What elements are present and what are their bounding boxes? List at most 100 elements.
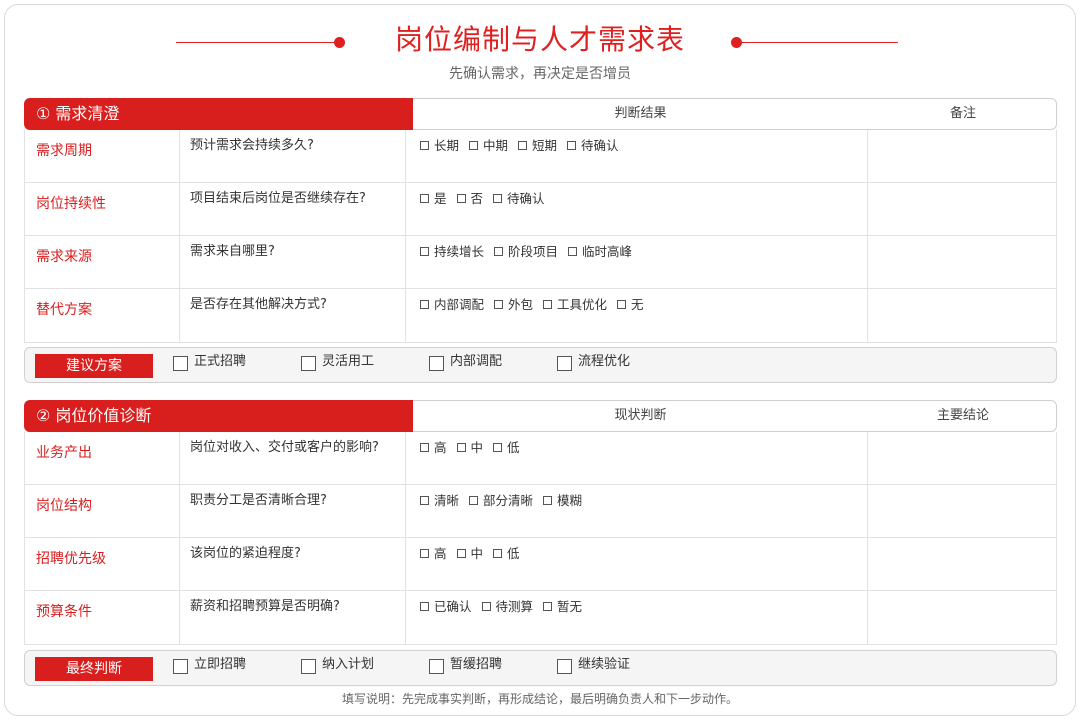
row-question: 是否存在其他解决方式? [180,289,406,342]
option-checkbox[interactable]: 阶段项目 [494,243,558,261]
section-1-tab: ① 需求清澄 [24,98,413,130]
checkbox-icon [420,300,429,309]
checkbox-icon [493,443,503,452]
row-question: 职责分工是否清晰合理? [180,485,406,537]
option-checkbox[interactable]: 长期 [420,137,459,155]
row-note-cell[interactable] [868,183,1058,235]
row-conclusion-cell[interactable] [868,538,1058,590]
checkbox-icon [469,496,479,505]
option-checkbox[interactable]: 高 [420,439,447,457]
option-checkbox[interactable]: 短期 [518,137,557,155]
option-checkbox[interactable]: 待确认 [493,190,545,208]
checkbox-icon [173,356,188,371]
option-checkbox[interactable]: 高 [420,545,447,563]
form-header: 岗位编制与人才需求表 先确认需求，再决定是否增员 [0,0,1080,90]
decision-badge: 建议方案 [35,354,153,378]
row-note-cell[interactable] [868,130,1058,182]
option-checkbox[interactable]: 中 [456,545,483,563]
option-checkbox[interactable]: 外包 [494,296,533,314]
option-checkbox[interactable]: 无 [617,296,644,314]
footer-instructions: 填写说明：先完成事实判断，再形成结论，最后明确负责人和下一步动作。 [341,692,738,706]
option-checkbox[interactable]: 临时高峰 [568,243,632,261]
option-checkbox[interactable]: 否 [456,190,483,208]
row-question: 岗位对收入、交付或客户的影响? [180,432,406,484]
decision-choice-checkbox[interactable]: 正式招聘 [173,354,246,371]
title-deco-dot-right [731,37,742,48]
checkbox-icon [494,247,504,256]
row-label: 岗位结构 [25,485,180,537]
row-label: 业务产出 [25,432,180,484]
checkbox-icon [420,141,429,150]
decision-choice-checkbox[interactable]: 流程优化 [557,354,630,371]
option-checkbox[interactable]: 部分清晰 [469,492,533,510]
option-checkbox[interactable]: 内部调配 [420,296,484,314]
option-checkbox[interactable]: 模糊 [543,492,582,510]
option-checkbox[interactable]: 待确认 [567,137,619,155]
checkbox-icon [301,356,316,371]
option-checkbox[interactable]: 清晰 [420,492,459,510]
row-options: 内部调配 外包 工具优化无 [406,289,868,342]
table-row: 需求来源 需求来自哪里? 持续增长 阶段项目 临时高峰 [25,236,1056,289]
row-question: 需求来自哪里? [180,236,406,288]
checkbox-icon [469,141,479,150]
checkbox-icon [557,659,572,674]
option-checkbox[interactable]: 中 [456,439,483,457]
row-question: 该岗位的紧迫程度? [180,538,406,590]
decision-choice-checkbox[interactable]: 暂缓招聘 [429,657,502,674]
checkbox-icon [543,300,553,309]
checkbox-icon [456,194,466,203]
row-note-cell[interactable] [868,236,1058,288]
option-checkbox[interactable]: 低 [493,439,520,457]
checkbox-icon [493,194,503,203]
page-title: 岗位编制与人才需求表 [394,23,685,56]
row-question: 薪资和招聘预算是否明确? [180,591,406,644]
option-checkbox[interactable]: 是 [420,190,447,208]
option-checkbox[interactable]: 低 [493,545,520,563]
checkbox-icon [420,496,429,505]
checkbox-icon [617,300,627,309]
option-checkbox[interactable]: 暂无 [543,598,582,616]
row-options: 高中低 [406,538,868,590]
checkbox-icon [420,194,429,203]
checkbox-icon [420,443,429,452]
checkbox-icon [543,602,553,611]
checkbox-icon [557,356,572,371]
table-row: 岗位结构 职责分工是否清晰合理? 清晰 部分清晰 模糊 [25,485,1056,538]
row-label: 需求周期 [25,130,180,182]
option-checkbox[interactable]: 中期 [469,137,508,155]
checkbox-icon [568,247,578,256]
checkbox-icon [173,659,188,674]
row-label: 招聘优先级 [25,538,180,590]
decision-choice-checkbox[interactable]: 纳入计划 [301,657,374,674]
section-1-table: 需求周期 预计需求会持续多久? 长期 中期 短期 待确认 岗位持续性 项目结束后岗位是… [24,130,1057,343]
checkbox-icon [301,659,316,674]
decision-choice-checkbox[interactable]: 继续验证 [557,657,630,674]
row-label: 岗位持续性 [25,183,180,235]
row-conclusion-cell[interactable] [868,591,1058,644]
section-1-col-result: 判断结果 [614,106,667,121]
row-label: 需求来源 [25,236,180,288]
table-row: 岗位持续性 项目结束后岗位是否继续存在? 是否待确认 [25,183,1056,236]
checkbox-icon [456,549,466,558]
section-1-col-note: 备注 [949,106,976,121]
checkbox-icon [420,549,429,558]
section-1-header: ① 需求清澄 判断结果 备注 [24,98,1057,130]
title-deco-line-right [742,42,898,43]
checkbox-icon [518,141,528,150]
row-conclusion-cell[interactable] [868,432,1058,484]
row-question: 项目结束后岗位是否继续存在? [180,183,406,235]
row-note-cell[interactable] [868,289,1058,342]
option-checkbox[interactable]: 工具优化 [543,296,607,314]
option-checkbox[interactable]: 已确认 [420,598,472,616]
option-checkbox[interactable]: 持续增长 [420,243,484,261]
row-conclusion-cell[interactable] [868,485,1058,537]
section-1-decision-bar: 建议方案 正式招聘 灵活用工 内部调配 流程优化 [24,347,1057,383]
section-2-table: 业务产出 岗位对收入、交付或客户的影响? 高中低 岗位结构 职责分工是否清晰合理… [24,432,1057,645]
decision-choice-checkbox[interactable]: 立即招聘 [173,657,246,674]
decision-choice-checkbox[interactable]: 灵活用工 [301,354,374,371]
table-row: 替代方案 是否存在其他解决方式? 内部调配 外包 工具优化无 [25,289,1056,342]
row-question: 预计需求会持续多久? [180,130,406,182]
section-2-tab: ② 岗位价值诊断 [24,400,413,432]
option-checkbox[interactable]: 待测算 [481,598,533,616]
decision-choice-checkbox[interactable]: 内部调配 [429,354,502,371]
